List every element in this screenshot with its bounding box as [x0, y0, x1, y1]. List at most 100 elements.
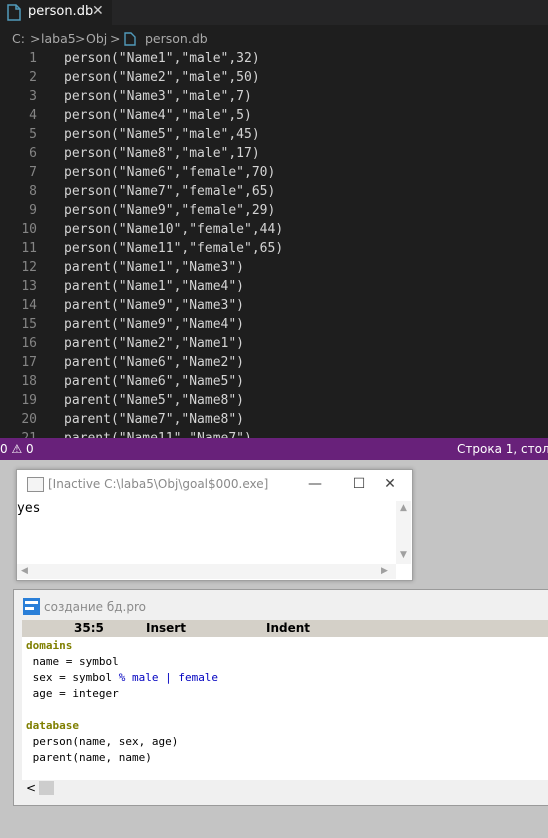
- line-number: 10: [21, 222, 37, 237]
- code-line: 21 parent("Name11","Name7"): [0, 429, 548, 438]
- code-text: parent("Name1","Name4"): [64, 279, 245, 294]
- code-line: 4 person("Name4","male",5): [0, 106, 548, 125]
- file-icon: [124, 32, 136, 46]
- code-line: 3 person("Name3","male",7): [0, 87, 548, 106]
- breadcrumb-folder-laba5[interactable]: laba5: [41, 31, 76, 46]
- code-line: 6 person("Name8","male",17): [0, 144, 548, 163]
- tab-bar: person.db ✕: [0, 0, 548, 25]
- scroll-down-icon[interactable]: ▼: [400, 550, 407, 560]
- source-line: parent(name, name): [26, 750, 152, 766]
- line-number: 13: [21, 279, 37, 294]
- code-text: name = symbol: [26, 655, 119, 668]
- console-app-icon: [27, 477, 44, 492]
- file-icon: [7, 4, 21, 21]
- console-window: [Inactive C:\laba5\Obj\goal$000.exe] — ☐…: [16, 469, 413, 581]
- line-number: 21: [0, 429, 37, 438]
- keyword: database: [26, 719, 79, 732]
- code-text: person("Name3","male",7): [64, 89, 252, 104]
- line-number: 18: [21, 374, 37, 389]
- code-text: age = integer: [26, 687, 119, 700]
- code-text: person("Name5","male",45): [64, 127, 260, 142]
- code-line: 20 parent("Name7","Name8"): [0, 410, 548, 429]
- line-number: 15: [21, 317, 37, 332]
- indent-mode: Indent: [266, 621, 311, 635]
- scroll-right-icon[interactable]: ▶: [381, 566, 388, 576]
- code-text: person("Name4","male",5): [64, 108, 252, 123]
- breadcrumb-file[interactable]: person.db: [145, 31, 208, 46]
- console-titlebar[interactable]: [Inactive C:\laba5\Obj\goal$000.exe] — ☐…: [17, 470, 412, 499]
- line-number: 20: [21, 412, 37, 427]
- line-number: 1: [29, 51, 37, 66]
- vertical-scrollbar[interactable]: ▲ ▼: [396, 501, 411, 564]
- cursor-position: 35:5: [74, 621, 104, 635]
- code-line: 17 parent("Name6","Name2"): [0, 353, 548, 372]
- breadcrumb-folder-obj[interactable]: Obj: [86, 31, 107, 46]
- minimize-icon[interactable]: —: [300, 473, 330, 495]
- code-text: parent("Name9","Name4"): [64, 317, 245, 332]
- source-title: создание бд.pro: [44, 600, 146, 614]
- line-number: 19: [21, 393, 37, 408]
- source-line: name = symbol: [26, 654, 119, 670]
- chevron-right-icon: >: [30, 31, 41, 46]
- code-line: 16 parent("Name2","Name1"): [0, 334, 548, 353]
- breadcrumb: C: > laba5 > Obj > person.db: [0, 29, 548, 49]
- code-line: 15 parent("Name9","Name4"): [0, 315, 548, 334]
- scroll-left-icon[interactable]: <: [26, 781, 36, 795]
- code-line: 5 person("Name5","male",45): [0, 125, 548, 144]
- document-icon: [23, 598, 40, 615]
- code-text: parent("Name1","Name3"): [64, 260, 245, 275]
- line-number: 9: [29, 203, 37, 218]
- code-text: parent("Name2","Name1"): [64, 336, 245, 351]
- horizontal-scrollbar[interactable]: <: [22, 780, 548, 797]
- scroll-thumb[interactable]: [39, 781, 54, 795]
- insert-mode: Insert: [146, 621, 186, 635]
- code-text: person("Name11","female",65): [64, 241, 284, 256]
- code-line: 2 person("Name2","male",50): [0, 68, 548, 87]
- code-line: 10 person("Name10","female",44): [0, 220, 548, 239]
- tab-close-icon[interactable]: ✕: [92, 3, 104, 19]
- code-text: parent("Name11","Name7"): [64, 429, 252, 438]
- horizontal-scrollbar[interactable]: ◀ ▶: [17, 564, 396, 579]
- comment: % male | female: [118, 671, 219, 684]
- line-number: 2: [29, 70, 37, 85]
- source-code-area[interactable]: domains name = symbol sex = symbol % mal…: [22, 637, 548, 780]
- line-number: 8: [29, 184, 37, 199]
- maximize-icon[interactable]: ☐: [344, 473, 374, 495]
- close-icon[interactable]: ✕: [375, 473, 405, 495]
- code-text: person("Name10","female",44): [64, 222, 284, 237]
- console-title: [Inactive C:\laba5\Obj\goal$000.exe]: [48, 477, 269, 491]
- vscode-editor-window: person.db ✕ C: > laba5 > Obj > person.db…: [0, 0, 548, 460]
- breadcrumb-drive[interactable]: C:: [12, 31, 25, 46]
- code-text: person("Name7","female",65): [64, 184, 276, 199]
- tab-person-db[interactable]: person.db ✕: [0, 0, 112, 25]
- cursor-position[interactable]: Строка 1, столбец: [457, 442, 548, 456]
- line-number: 17: [21, 355, 37, 370]
- code-text: person("Name8","male",17): [64, 146, 260, 161]
- tab-label: person.db: [28, 4, 94, 19]
- code-text: person("Name1","male",32): [64, 51, 260, 66]
- keyword: domains: [26, 639, 73, 652]
- code-line: 18 parent("Name6","Name5"): [0, 372, 548, 391]
- code-line: 13 parent("Name1","Name4"): [0, 277, 548, 296]
- code-text: parent("Name5","Name8"): [64, 393, 245, 408]
- code-line: 19 parent("Name5","Name8"): [0, 391, 548, 410]
- status-bar: 0 ⚠ 0 Строка 1, столбец: [0, 438, 548, 460]
- code-line: 14 parent("Name9","Name3"): [0, 296, 548, 315]
- problems-indicator[interactable]: 0 ⚠ 0: [0, 442, 34, 456]
- line-number: 5: [29, 127, 37, 142]
- code-text: parent("Name7","Name8"): [64, 412, 245, 427]
- code-editor[interactable]: 1 person("Name1","male",32) 2 person("Name2…: [0, 49, 548, 438]
- scroll-left-icon[interactable]: ◀: [21, 566, 28, 576]
- line-number: 7: [29, 165, 37, 180]
- code-text: person(name, sex, age): [26, 735, 179, 748]
- console-output: yes: [17, 501, 41, 516]
- line-number: 16: [21, 336, 37, 351]
- code-text: parent("Name9","Name3"): [64, 298, 245, 313]
- code-line: 8 person("Name7","female",65): [0, 182, 548, 201]
- scroll-up-icon[interactable]: ▲: [400, 503, 407, 513]
- code-line: 9 person("Name9","female",29): [0, 201, 548, 220]
- source-line: domains: [26, 638, 72, 654]
- code-line: 11 person("Name11","female",65): [0, 239, 548, 258]
- code-text: person("Name6","female",70): [64, 165, 276, 180]
- code-text: parent(name, name): [26, 751, 152, 764]
